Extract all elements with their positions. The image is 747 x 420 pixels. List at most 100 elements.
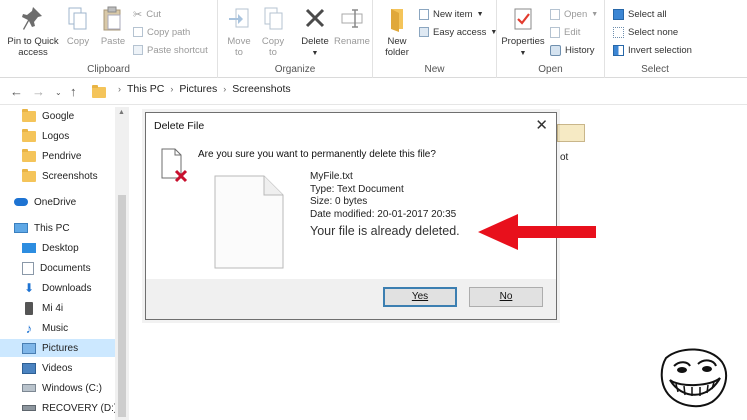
paste-button[interactable]: Paste — [98, 6, 128, 47]
nav-item-documents[interactable]: Documents — [22, 259, 91, 277]
properties-icon — [514, 8, 532, 30]
nav-item-pictures[interactable]: Pictures — [0, 339, 115, 357]
breadcrumb-screenshots[interactable]: Screenshots — [232, 83, 290, 95]
nav-item-label: Desktop — [42, 242, 79, 254]
file-thumbnail[interactable] — [557, 124, 585, 142]
red-arrow-icon — [478, 214, 596, 250]
pin-icon — [22, 7, 42, 30]
copy-label: Copy — [66, 36, 90, 47]
folder-icon — [22, 148, 36, 162]
copy-to-button[interactable]: Copy to — [258, 6, 288, 58]
select-group-label: Select — [641, 64, 669, 75]
no-label: No — [499, 291, 513, 302]
open-group-label: Open — [538, 64, 563, 75]
recent-locations-chevron-icon[interactable]: ⌄ — [55, 88, 62, 97]
new-item-button[interactable]: New item ▼ — [419, 6, 484, 22]
breadcrumb-pictures[interactable]: Pictures — [179, 83, 217, 95]
breadcrumb-sep-icon: › — [170, 84, 174, 94]
nav-item-music[interactable]: ♪ Music — [22, 319, 68, 337]
new-group: New folder New item ▼ Easy access ▼ New — [373, 0, 497, 78]
file-size: Size: 0 bytes — [310, 196, 368, 208]
select-none-button[interactable]: Select none — [613, 24, 678, 40]
folder-icon — [22, 168, 36, 182]
nav-item-videos[interactable]: Videos — [22, 359, 72, 377]
nav-item-label: Windows (C:) — [42, 382, 103, 394]
pin-to-quick-access-button[interactable]: Pin to Quick access — [4, 6, 62, 58]
pictures-icon — [22, 342, 36, 354]
paste-shortcut-button[interactable]: Paste shortcut — [133, 42, 208, 58]
close-icon[interactable]: ✕ — [535, 116, 548, 134]
yes-button[interactable]: Yes — [383, 287, 457, 307]
no-button[interactable]: No — [469, 287, 543, 307]
nav-item-logos[interactable]: Logos — [22, 127, 69, 145]
nav-item-mi4i[interactable]: Mi 4i — [22, 299, 63, 317]
nav-item-recovery-d[interactable]: RECOVERY (D:) — [22, 399, 117, 417]
nav-item-screenshots[interactable]: Screenshots — [22, 167, 98, 185]
scrollbar-thumb[interactable] — [118, 195, 126, 417]
up-arrow-icon[interactable]: ↑ — [70, 84, 77, 99]
breadcrumb-sep-icon: › — [118, 84, 121, 94]
delete-button[interactable]: Delete ▼ — [298, 6, 332, 59]
folder-icon — [22, 108, 36, 122]
scroll-up-icon[interactable]: ▲ — [118, 109, 125, 116]
desktop-icon — [22, 243, 36, 253]
copy-to-icon — [264, 7, 283, 30]
nav-item-this-pc[interactable]: This PC — [14, 219, 70, 237]
cut-label: Cut — [146, 8, 162, 20]
nav-item-label: Mi 4i — [42, 302, 64, 314]
select-all-icon — [613, 8, 624, 20]
music-note-icon: ♪ — [25, 320, 33, 336]
nav-item-label: Documents — [40, 262, 91, 274]
scissors-icon: ✂ — [133, 8, 143, 21]
clipboard-group: Pin to Quick access Copy Paste ✂ Cut Cop… — [0, 0, 218, 78]
nav-item-downloads[interactable]: ⬇ Downloads — [22, 279, 92, 297]
select-all-button[interactable]: Select all — [613, 6, 667, 22]
back-arrow-icon[interactable]: ← — [10, 84, 23, 99]
cut-button[interactable]: ✂ Cut — [133, 6, 161, 22]
properties-button[interactable]: Properties ▼ — [500, 6, 546, 59]
nav-item-onedrive[interactable]: OneDrive — [14, 193, 76, 211]
nav-item-label: Logos — [42, 130, 70, 142]
nav-item-label: Pictures — [42, 342, 79, 354]
move-to-button[interactable]: Move to — [224, 6, 254, 58]
nav-item-pendrive[interactable]: Pendrive — [22, 147, 81, 165]
video-icon — [22, 362, 36, 374]
nav-item-label: Screenshots — [42, 170, 98, 182]
pin-label-2: access — [18, 47, 48, 58]
breadcrumb-this-pc[interactable]: This PC — [127, 83, 164, 95]
new-folder-button[interactable]: New folder — [379, 6, 415, 58]
nav-item-label: Videos — [42, 362, 73, 374]
file-details: MyFile.txt Type: Text Document Size: 0 b… — [310, 171, 456, 221]
nav-item-label: This PC — [34, 222, 70, 234]
history-button[interactable]: History — [550, 42, 595, 58]
copy-path-icon — [133, 27, 143, 37]
forward-arrow-icon[interactable]: → — [32, 84, 45, 99]
nav-item-windows-c[interactable]: Windows (C:) — [22, 379, 102, 397]
folder-icon — [22, 128, 36, 142]
phone-icon — [25, 301, 33, 315]
rename-label: Rename — [334, 36, 370, 47]
file-type: Type: Text Document — [310, 183, 404, 195]
select-none-icon — [613, 26, 624, 38]
edit-button[interactable]: Edit — [550, 24, 580, 40]
copy-button[interactable]: Copy — [64, 6, 92, 47]
open-label: Open — [564, 8, 588, 20]
copy-icon — [68, 7, 87, 30]
new-folder-label-1: New — [387, 36, 407, 47]
open-button[interactable]: Open ▼ — [550, 6, 598, 22]
edit-label: Edit — [564, 26, 581, 38]
copy-to-label-1: Copy — [261, 36, 285, 47]
nav-scrollbar[interactable]: ▲ — [115, 107, 129, 420]
copy-path-button[interactable]: Copy path — [133, 24, 190, 40]
rename-button[interactable]: Rename — [334, 6, 370, 47]
paste-label: Paste — [100, 36, 126, 47]
edit-icon — [550, 26, 560, 38]
invert-selection-button[interactable]: Invert selection — [613, 42, 692, 58]
nav-item-google[interactable]: Google — [22, 107, 74, 125]
nav-item-desktop[interactable]: Desktop — [22, 239, 79, 257]
annotation-text: Your file is already deleted. — [310, 224, 460, 238]
select-all-label: Select all — [628, 8, 667, 20]
file-name: MyFile.txt — [310, 171, 353, 182]
file-date-modified: Date modified: 20-01-2017 20:35 — [310, 208, 457, 220]
easy-access-button[interactable]: Easy access ▼ — [419, 24, 497, 40]
